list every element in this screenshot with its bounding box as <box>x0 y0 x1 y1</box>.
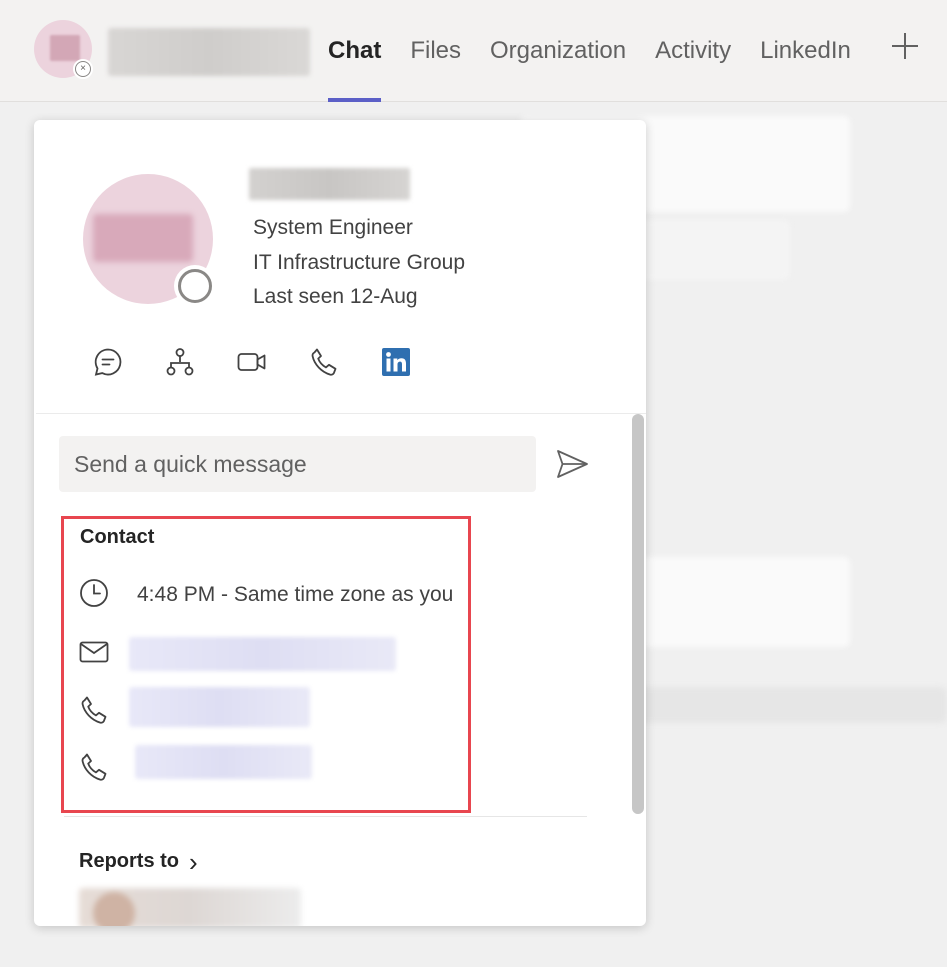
add-tab-button[interactable] <box>889 30 921 62</box>
org-chart-button[interactable] <box>163 345 197 379</box>
blurred-message <box>630 557 850 647</box>
profile-card: System Engineer IT Infrastructure Group … <box>34 120 646 926</box>
presence-status-icon: × <box>73 59 93 79</box>
contact-name-redacted <box>108 28 310 76</box>
send-message-button[interactable] <box>554 446 590 482</box>
tab-bar: Chat Files Organization Activity LinkedI… <box>328 0 880 102</box>
phone-icon <box>81 753 107 781</box>
mail-icon <box>79 641 109 663</box>
org-chart-icon <box>166 348 194 376</box>
reports-to-link[interactable]: Reports to › <box>79 846 198 877</box>
manager-redacted[interactable] <box>79 888 301 926</box>
reports-to-heading: Reports to <box>79 850 179 872</box>
phone-icon <box>311 348 337 376</box>
linkedin-icon <box>382 348 410 376</box>
tab-organization[interactable]: Organization <box>490 0 626 102</box>
tab-linkedin[interactable]: LinkedIn <box>760 0 851 102</box>
profile-actions <box>91 345 451 379</box>
card-scrollbar[interactable] <box>632 414 644 814</box>
app-header: × Chat Files Organization Activity Linke… <box>0 0 947 102</box>
chat-icon <box>94 348 122 376</box>
contact-heading: Contact <box>80 526 155 548</box>
mobile-phone-redacted[interactable] <box>135 745 312 779</box>
clock-icon <box>80 579 108 607</box>
profile-department: IT Infrastructure Group <box>253 251 466 274</box>
plus-icon <box>892 33 918 59</box>
profile-last-seen: Last seen 12-Aug <box>253 285 418 308</box>
video-call-icon <box>237 353 266 371</box>
blurred-message <box>630 687 947 723</box>
tab-chat[interactable]: Chat <box>328 0 382 102</box>
section-divider <box>64 816 587 817</box>
tab-files[interactable]: Files <box>410 0 461 102</box>
work-phone-redacted[interactable] <box>129 687 310 727</box>
audio-call-button[interactable] <box>307 345 341 379</box>
send-icon <box>557 450 588 478</box>
tab-activity[interactable]: Activity <box>655 0 731 102</box>
email-redacted[interactable] <box>129 637 396 671</box>
presence-offline-icon <box>174 265 216 307</box>
chevron-right-icon: › <box>189 846 198 877</box>
local-time-text: 4:48 PM - Same time zone as you <box>137 583 454 606</box>
phone-icon <box>81 696 107 724</box>
quick-message-input[interactable] <box>59 436 536 492</box>
section-divider <box>36 413 646 414</box>
profile-name-redacted <box>249 168 410 200</box>
profile-job-title: System Engineer <box>253 216 413 239</box>
video-call-button[interactable] <box>235 345 269 379</box>
linkedin-button[interactable] <box>379 345 413 379</box>
chat-button[interactable] <box>91 345 125 379</box>
